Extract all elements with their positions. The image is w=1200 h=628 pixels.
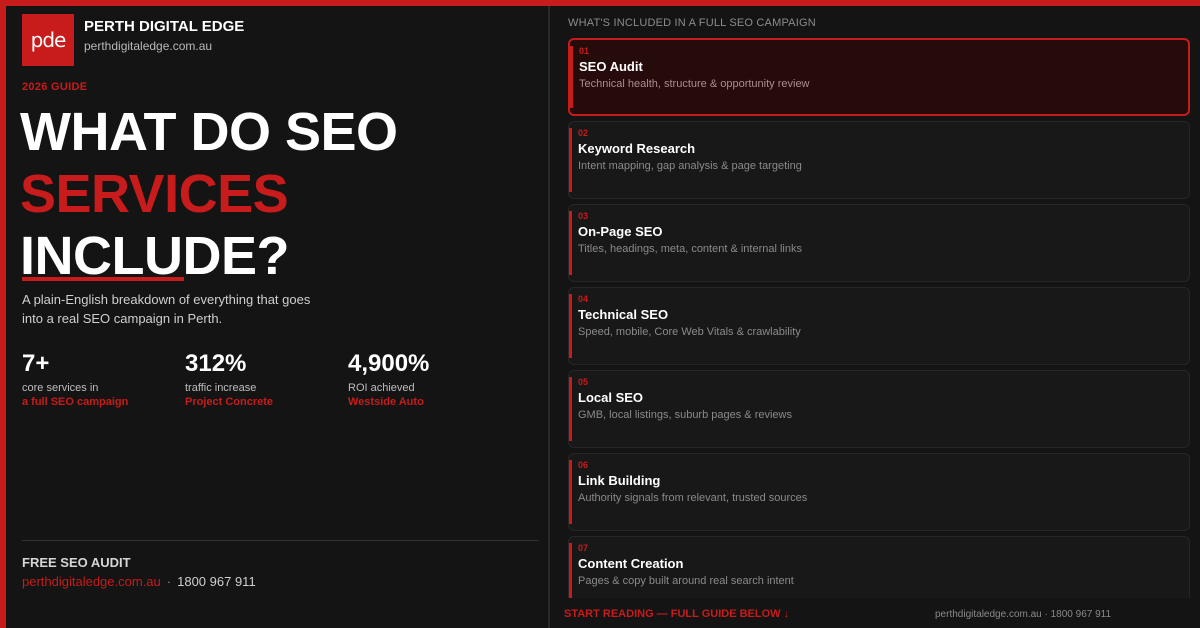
panel-divider: [548, 6, 550, 628]
service-card-local-seo[interactable]: 05 Local SEO GMB, local listings, suburb…: [568, 370, 1190, 448]
headline-line-1: WHAT DO SEO: [20, 102, 398, 162]
card-description: Pages & copy built around real search in…: [578, 575, 794, 587]
brand-name: PERTH DIGITAL EDGE: [84, 18, 245, 35]
card-title: Content Creation: [578, 556, 684, 571]
card-number: 05: [578, 377, 589, 387]
lede-text: A plain-English breakdown of everything …: [22, 292, 311, 326]
card-accent-bar: [570, 46, 573, 108]
card-number: 04: [578, 294, 589, 304]
cta-title: FREE SEO AUDIT: [22, 555, 131, 570]
stat-source: Westside Auto: [348, 396, 424, 408]
services-header: WHAT'S INCLUDED IN A FULL SEO CAMPAIGN: [568, 17, 816, 29]
stat-label: core services in: [22, 382, 99, 394]
card-title: On-Page SEO: [578, 224, 663, 239]
card-accent-bar: [569, 294, 572, 358]
service-card-seo-audit[interactable]: 01 SEO Audit Technical health, structure…: [568, 38, 1190, 116]
card-number: 01: [579, 46, 590, 56]
logo-text: pde: [30, 28, 67, 52]
cta-phone[interactable]: 1800 967 911: [177, 574, 256, 589]
service-card-technical-seo[interactable]: 04 Technical SEO Speed, mobile, Core Web…: [568, 287, 1190, 365]
brand-url: perthdigitaledge.com.au: [84, 39, 213, 53]
card-title: Keyword Research: [578, 141, 696, 156]
service-card-on-page-seo[interactable]: 03 On-Page SEO Titles, headings, meta, c…: [568, 204, 1190, 282]
card-description: Intent mapping, gap analysis & page targ…: [578, 160, 802, 172]
card-accent-bar: [569, 128, 572, 192]
stat-source: a full SEO campaign: [22, 396, 129, 408]
card-number: 06: [578, 460, 589, 470]
brand-logo: pde: [22, 14, 74, 66]
guide-eyebrow: 2026 GUIDE: [22, 81, 88, 93]
headline-line-2: SERVICES: [20, 164, 289, 224]
stat-label: ROI achieved: [348, 382, 415, 394]
service-card-keyword-research[interactable]: 02 Keyword Research Intent mapping, gap …: [568, 121, 1190, 199]
card-title: Technical SEO: [578, 307, 669, 322]
stat-value: 7+: [22, 350, 50, 377]
start-reading-link[interactable]: START READING — FULL GUIDE BELOW ↓: [564, 608, 789, 620]
card-accent-bar: [569, 211, 572, 275]
card-title: SEO Audit: [579, 59, 643, 74]
service-card-link-building[interactable]: 06 Link Building Authority signals from …: [568, 453, 1190, 531]
card-description: Titles, headings, meta, content & intern…: [578, 243, 802, 255]
cta-divider: [22, 540, 539, 541]
card-title: Link Building: [578, 473, 661, 488]
cta-contact-line: perthdigitaledge.com.au · 1800 967 911: [22, 574, 256, 589]
stat-value: 4,900%: [348, 350, 430, 377]
stat-source: Project Concrete: [185, 396, 274, 408]
stat-roi: 4,900% ROI achieved Westside Auto: [348, 350, 508, 408]
card-description: Authority signals from relevant, trusted…: [578, 492, 808, 504]
card-accent-bar: [569, 460, 572, 524]
stat-label: traffic increase: [185, 382, 257, 394]
card-description: Technical health, structure & opportunit…: [579, 78, 810, 90]
card-accent-bar: [569, 377, 572, 441]
card-number: 07: [578, 543, 589, 553]
card-number: 03: [578, 211, 589, 221]
stat-traffic-increase: 312% traffic increase Project Concrete: [185, 350, 345, 408]
headline: WHAT DO SEO SERVICES INCLUDE?: [20, 101, 398, 287]
card-description: Speed, mobile, Core Web Vitals & crawlab…: [578, 326, 801, 338]
stat-core-services: 7+ core services in a full SEO campaign: [22, 350, 182, 408]
headline-underline: [22, 277, 184, 281]
card-description: GMB, local listings, suburb pages & revi…: [578, 409, 792, 421]
stat-value: 312%: [185, 350, 247, 377]
cta-separator: ·: [166, 574, 172, 589]
footer-contact: perthdigitaledge.com.au · 1800 967 911: [935, 609, 1112, 620]
left-panel: pde PERTH DIGITAL EDGE perthdigitaledge.…: [6, 6, 548, 628]
cta-url-link[interactable]: perthdigitaledge.com.au: [22, 574, 161, 589]
card-number: 02: [578, 128, 589, 138]
card-title: Local SEO: [578, 390, 644, 405]
